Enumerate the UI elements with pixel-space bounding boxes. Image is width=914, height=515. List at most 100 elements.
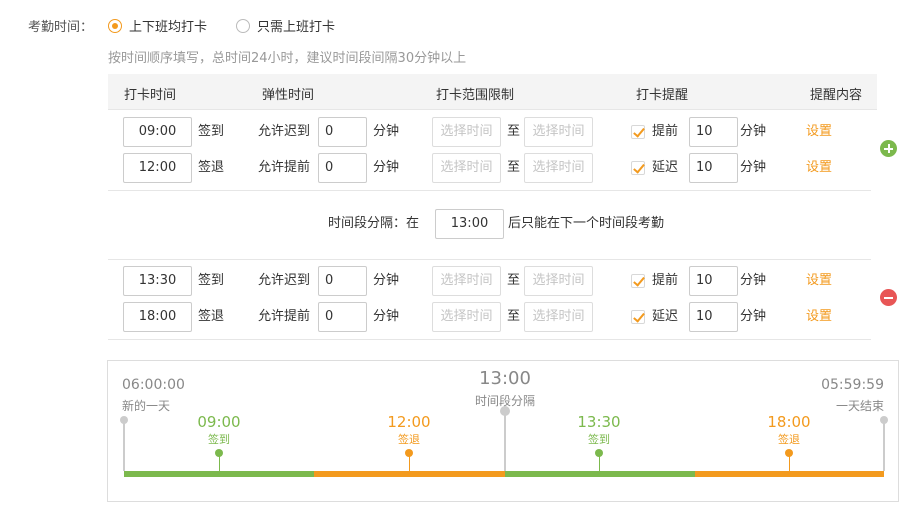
radio-checked-icon [108,18,122,33]
range-start-picker[interactable]: 选择时间 [432,117,501,147]
divider [108,259,871,260]
range-start-picker[interactable]: 选择时间 [432,302,501,332]
flex-minutes-input[interactable]: 0 [318,266,367,296]
range-end-picker[interactable]: 选择时间 [524,302,593,332]
range-start-picker[interactable]: 选择时间 [432,153,501,183]
header-range-limit: 打卡范围限制 [436,88,515,103]
settings-link[interactable]: 设置 [806,117,832,147]
settings-link[interactable]: 设置 [806,266,832,296]
reminder-unit: 分钟 [740,124,767,139]
flex-minutes-input[interactable]: 0 [318,153,367,183]
table-header: 打卡时间 弹性时间 打卡范围限制 打卡提醒 提醒内容 [108,74,877,110]
punch-type-label: 签退 [198,309,225,324]
reminder-minutes-input[interactable]: 10 [689,117,738,147]
flex-unit: 分钟 [373,124,400,139]
range-separator: 至 [507,124,521,139]
flex-unit: 分钟 [373,160,400,175]
timeline-marker-time: 12:00 [387,413,431,431]
reminder-checkbox[interactable] [631,274,645,288]
timeline-divider-line [504,411,506,471]
divider [108,339,871,340]
range-end-picker[interactable]: 选择时间 [524,266,593,296]
timeline-end-label: 一天结束 [835,399,884,413]
flex-minutes-input[interactable]: 0 [318,302,367,332]
punch-time-input[interactable]: 12:00 [123,153,192,183]
timeline-marker-label: 签到 [588,433,610,446]
range-end-picker[interactable]: 选择时间 [524,117,593,147]
timeline-divider-time: 13:00 [479,368,531,389]
punch-time-input[interactable]: 09:00 [123,117,192,147]
divider [108,190,871,191]
settings-link[interactable]: 设置 [806,153,832,183]
reminder-minutes-input[interactable]: 10 [689,266,738,296]
reminder-checkbox[interactable] [631,161,645,175]
timeline-marker-label: 签退 [398,433,420,446]
timeline-marker-time: 18:00 [767,413,811,431]
reminder-checkbox[interactable] [631,125,645,139]
add-period-button[interactable] [880,140,897,157]
timeline-segment [314,471,505,477]
flex-label: 允许迟到 [258,124,311,139]
range-start-picker[interactable]: 选择时间 [432,266,501,296]
timeline-start-label: 新的一天 [122,399,171,413]
reminder-minutes-input[interactable]: 10 [689,302,738,332]
remove-period-button[interactable] [880,289,897,306]
punch-time-input[interactable]: 18:00 [123,302,192,332]
timeline-segment [695,471,884,477]
hint-text: 按时间顺序填写，总时间24小时，建议时间段间隔30分钟以上 [108,51,467,66]
reminder-label: 延迟 [652,309,679,324]
timeline-marker-time: 13:30 [577,413,621,431]
flex-unit: 分钟 [373,273,400,288]
timeline-marker-dot [785,449,793,457]
flex-minutes-input[interactable]: 0 [318,117,367,147]
header-reminder-content: 提醒内容 [810,88,863,103]
timeline-marker-dot [215,449,223,457]
reminder-label: 提前 [652,273,679,288]
punch-time-input[interactable]: 13:30 [123,266,192,296]
reminder-unit: 分钟 [740,309,767,324]
separator-time-input[interactable]: 13:00 [435,209,504,239]
timeline-marker-label: 签到 [208,433,230,446]
reminder-unit: 分钟 [740,273,767,288]
radio-label: 只需上班打卡 [257,20,336,35]
timeline-marker-time: 09:00 [197,413,241,431]
timeline-pole [123,421,125,471]
range-separator: 至 [507,160,521,175]
timeline-pole-dot [120,416,128,424]
reminder-minutes-input[interactable]: 10 [689,153,738,183]
separator-suffix: 后只能在下一个时间段考勤 [508,216,665,231]
punch-type-label: 签到 [198,124,225,139]
timeline-start-time: 06:00:00 [122,377,185,393]
range-separator: 至 [507,273,521,288]
flex-label: 允许提前 [258,309,311,324]
range-end-picker[interactable]: 选择时间 [524,153,593,183]
timeline-divider-label: 时间段分隔 [474,394,535,408]
timeline-marker-dot [595,449,603,457]
timeline-segment [124,471,314,477]
timeline-panel: 06:00:00 新的一天 05:59:59 一天结束 13:00 时间段分隔 09:00 签… [107,360,899,502]
radio-checkin-only[interactable]: 只需上班打卡 [236,16,335,35]
timeline-marker-label: 签退 [778,433,800,446]
timeline-pole [883,421,885,471]
timeline-pole-dot [880,416,888,424]
punch-type-label: 签到 [198,273,225,288]
header-flex-time: 弹性时间 [262,88,315,103]
reminder-unit: 分钟 [740,160,767,175]
punch-type-label: 签退 [198,160,225,175]
range-separator: 至 [507,309,521,324]
flex-label: 允许迟到 [258,273,311,288]
header-reminder: 打卡提醒 [636,88,689,103]
reminder-checkbox[interactable] [631,310,645,324]
settings-link[interactable]: 设置 [806,302,832,332]
timeline-end-time: 05:59:59 [821,377,884,393]
radio-both-punch[interactable]: 上下班均打卡 [108,16,207,35]
reminder-label: 延迟 [652,160,679,175]
header-punch-time: 打卡时间 [124,88,177,103]
attendance-time-label: 考勤时间： [28,20,94,35]
reminder-label: 提前 [652,124,679,139]
timeline-marker-dot [405,449,413,457]
separator-prefix: 时间段分隔：在 [328,216,420,231]
radio-unchecked-icon [236,18,250,33]
flex-label: 允许提前 [258,160,311,175]
radio-label: 上下班均打卡 [129,20,208,35]
